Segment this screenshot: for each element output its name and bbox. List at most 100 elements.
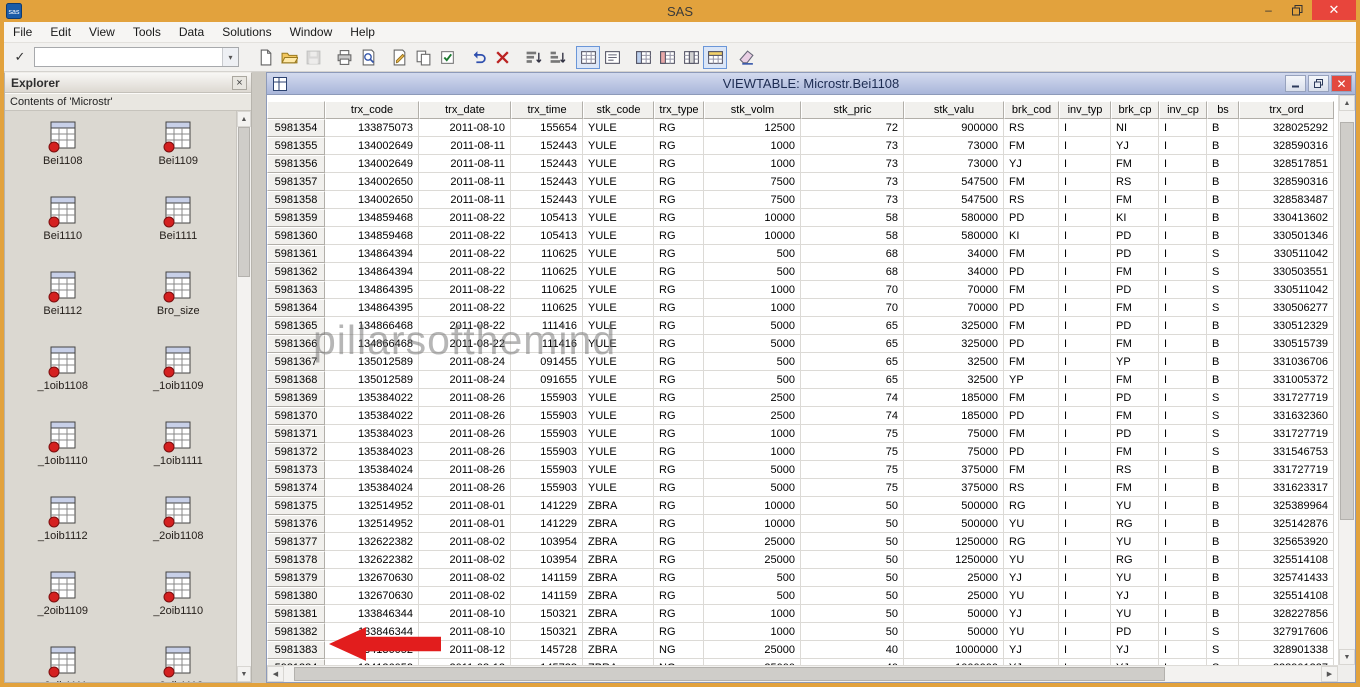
cell[interactable]: RG [654, 335, 704, 353]
row-number-cell[interactable]: 5981372 [267, 443, 325, 461]
cell[interactable]: 2011-08-26 [419, 425, 511, 443]
move-columns-button[interactable] [631, 46, 655, 69]
cell[interactable]: RG [1004, 497, 1059, 515]
cell[interactable]: 25000 [704, 533, 801, 551]
form-view-button[interactable] [600, 46, 624, 69]
cell[interactable]: 328025292 [1239, 119, 1334, 137]
undo-button[interactable] [466, 46, 490, 69]
cell[interactable]: I [1159, 371, 1207, 389]
cell[interactable]: 73 [801, 191, 904, 209]
cell[interactable]: 2011-08-12 [419, 659, 511, 665]
cell[interactable]: 135384023 [325, 425, 419, 443]
cell[interactable]: 65 [801, 353, 904, 371]
cell[interactable]: 32500 [904, 371, 1004, 389]
cell[interactable]: 135384023 [325, 443, 419, 461]
cell[interactable]: I [1059, 515, 1111, 533]
cell[interactable]: 2011-08-22 [419, 335, 511, 353]
cell[interactable]: 580000 [904, 209, 1004, 227]
command-dropdown-icon[interactable]: ▾ [222, 48, 238, 66]
cell[interactable]: B [1207, 515, 1239, 533]
cell[interactable]: 103954 [511, 533, 583, 551]
cell[interactable]: 40 [801, 659, 904, 665]
cell[interactable]: 328901338 [1239, 641, 1334, 659]
row-number-cell[interactable]: 5981362 [267, 263, 325, 281]
cell[interactable]: I [1159, 299, 1207, 317]
explorer-dataset-item[interactable]: Bei1112 [5, 267, 121, 342]
hide-columns-button[interactable] [679, 46, 703, 69]
row-number-cell[interactable]: 5981376 [267, 515, 325, 533]
cell[interactable]: PD [1004, 263, 1059, 281]
scroll-up-icon[interactable]: ▲ [1339, 95, 1355, 111]
cell[interactable]: RG [654, 479, 704, 497]
menu-window[interactable]: Window [281, 23, 342, 41]
cell[interactable]: I [1059, 299, 1111, 317]
cell[interactable]: YJ [1004, 659, 1059, 665]
cell[interactable]: I [1059, 443, 1111, 461]
cell[interactable]: S [1207, 443, 1239, 461]
scrollbar-thumb[interactable] [294, 667, 1166, 681]
scroll-up-icon[interactable]: ▲ [237, 111, 251, 127]
cell[interactable]: 155903 [511, 443, 583, 461]
cell[interactable]: YULE [583, 389, 654, 407]
cell[interactable]: 327917606 [1239, 623, 1334, 641]
cell[interactable]: 2011-08-11 [419, 173, 511, 191]
cell[interactable]: YULE [583, 191, 654, 209]
cell[interactable]: 75 [801, 461, 904, 479]
cell[interactable]: I [1159, 353, 1207, 371]
cell[interactable]: I [1159, 497, 1207, 515]
cell[interactable]: 328583487 [1239, 191, 1334, 209]
cell[interactable]: I [1159, 155, 1207, 173]
cell[interactable]: I [1159, 659, 1207, 665]
cell[interactable]: 10000 [704, 515, 801, 533]
cell[interactable]: RG [654, 209, 704, 227]
cell[interactable]: I [1059, 155, 1111, 173]
cell[interactable]: B [1207, 587, 1239, 605]
row-number-cell[interactable]: 5981367 [267, 353, 325, 371]
cell[interactable]: 70 [801, 281, 904, 299]
explorer-dataset-item[interactable]: _1oib1109 [121, 342, 237, 417]
cell[interactable]: 132622382 [325, 533, 419, 551]
explorer-dataset-item[interactable]: _1oib1112 [5, 492, 121, 567]
cell[interactable]: 500 [704, 371, 801, 389]
cell[interactable]: B [1207, 353, 1239, 371]
cell[interactable]: 50 [801, 497, 904, 515]
row-number-cell[interactable]: 5981354 [267, 119, 325, 137]
cell[interactable]: 152443 [511, 155, 583, 173]
cell[interactable]: 1250000 [904, 551, 1004, 569]
cell[interactable]: B [1207, 569, 1239, 587]
cell[interactable]: B [1207, 551, 1239, 569]
cell[interactable]: S [1207, 623, 1239, 641]
cell[interactable]: YULE [583, 317, 654, 335]
cell[interactable]: FM [1111, 263, 1159, 281]
explorer-dataset-item[interactable]: _2oib1112 [121, 642, 237, 682]
viewtable-close-button[interactable]: ✕ [1331, 75, 1352, 92]
cell[interactable]: RG [654, 353, 704, 371]
cell[interactable]: PD [1111, 317, 1159, 335]
cell[interactable]: 73 [801, 155, 904, 173]
explorer-dataset-item[interactable]: Bei1110 [5, 192, 121, 267]
cell[interactable]: 25000 [704, 551, 801, 569]
column-header-brk_cod[interactable]: brk_cod [1004, 101, 1059, 119]
viewtable-restore-button[interactable] [1308, 75, 1329, 92]
cell[interactable]: YU [1004, 515, 1059, 533]
cell[interactable]: B [1207, 335, 1239, 353]
copy-button[interactable] [411, 46, 435, 69]
cell[interactable]: 2011-08-22 [419, 245, 511, 263]
cell[interactable]: 2011-08-11 [419, 155, 511, 173]
cell[interactable]: RS [1111, 173, 1159, 191]
cell[interactable]: NG [654, 641, 704, 659]
cell[interactable]: 330511042 [1239, 281, 1334, 299]
cell[interactable]: RG [654, 605, 704, 623]
cell[interactable]: 155903 [511, 479, 583, 497]
row-number-cell[interactable]: 5981375 [267, 497, 325, 515]
cell[interactable]: PD [1004, 335, 1059, 353]
cell[interactable]: B [1207, 227, 1239, 245]
cell[interactable]: I [1159, 389, 1207, 407]
cell[interactable]: YULE [583, 227, 654, 245]
cell[interactable]: 132622382 [325, 551, 419, 569]
cell[interactable]: 25000 [704, 659, 801, 665]
cell[interactable]: 325000 [904, 317, 1004, 335]
scroll-right-icon[interactable]: ▶ [1321, 666, 1338, 682]
cell[interactable]: FM [1004, 281, 1059, 299]
explorer-dataset-item[interactable]: Bei1109 [121, 117, 237, 192]
